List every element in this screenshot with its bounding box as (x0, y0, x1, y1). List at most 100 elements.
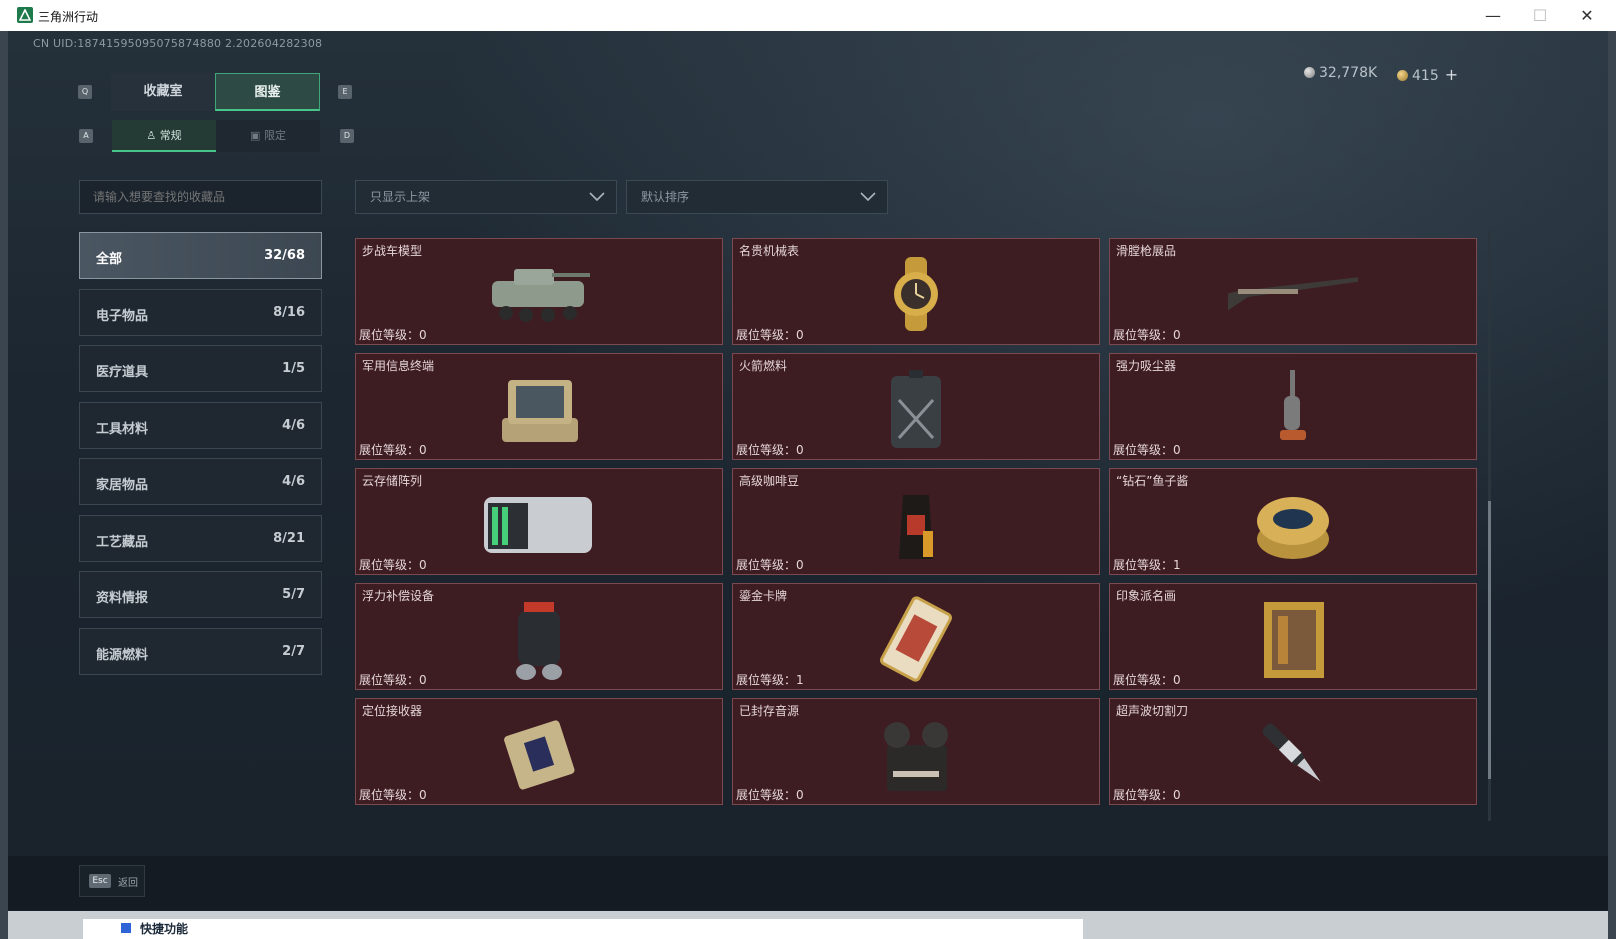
gold-coin-icon (1397, 70, 1408, 81)
esc-key-hint: Esc (89, 874, 111, 888)
booth-level-label: 展位等级： (1113, 328, 1174, 342)
watch-icon (851, 251, 981, 337)
collection-item-card[interactable]: 鎏金卡牌 展位等级：1 (732, 583, 1100, 690)
search-input[interactable] (79, 180, 322, 214)
category-count: 4/6 (282, 474, 305, 489)
figure-icon: ♙ (146, 129, 157, 142)
booth-level: 展位等级：0 (1113, 326, 1181, 343)
category-count: 1/5 (282, 361, 305, 376)
silver-currency: 32,778K (1304, 65, 1377, 81)
shelf-filter-dropdown[interactable]: 只显示上架 (355, 180, 617, 214)
key-hint-q: Q (78, 85, 92, 99)
receiver-icon (474, 711, 604, 797)
item-name: 强力吸尘器 (1116, 359, 1177, 373)
item-name: 滑膛枪展品 (1116, 244, 1177, 258)
booth-level-label: 展位等级： (736, 788, 797, 802)
category-item[interactable]: 工具材料 4/6 (79, 401, 322, 449)
collection-item-card[interactable]: 超声波切割刀 展位等级：0 (1109, 698, 1477, 805)
musket-icon (1198, 251, 1378, 337)
chevron-down-icon (860, 192, 876, 202)
category-count: 32/68 (264, 248, 305, 263)
collection-item-card[interactable]: 云存储阵列展位等级：0 (355, 468, 723, 575)
add-currency-button[interactable]: + (1445, 65, 1458, 84)
item-name: “钻石”鱼子酱 (1116, 474, 1189, 488)
collection-item-card[interactable]: “钻石”鱼子酱 展位等级：1 (1109, 468, 1477, 575)
silver-coin-icon (1304, 67, 1315, 78)
collection-item-card[interactable]: 已封存音源展位等级：0 (732, 698, 1100, 805)
gold-currency[interactable]: 415 + (1397, 65, 1458, 84)
booth-level: 展位等级：0 (359, 671, 427, 688)
collection-item-card[interactable]: 步战车模型 展位等级：0 (355, 238, 723, 345)
maximize-button[interactable]: ☐ (1517, 4, 1563, 28)
booth-level-value: 0 (419, 558, 427, 572)
item-name: 云存储阵列 (362, 474, 423, 488)
booth-level-label: 展位等级： (359, 673, 420, 687)
tab-collection-room[interactable]: 收藏室 (111, 73, 215, 111)
user-uid: CN UID:18741595095075874880 2.2026042823… (33, 37, 323, 50)
close-button[interactable]: ✕ (1564, 4, 1610, 28)
collection-item-card[interactable]: 名贵机械表展位等级：0 (732, 238, 1100, 345)
category-item[interactable]: 资料情报 5/7 (79, 571, 322, 618)
terminal-icon (474, 366, 604, 452)
item-name: 火箭燃料 (739, 359, 788, 373)
category-item[interactable]: 能源燃料 2/7 (79, 627, 322, 675)
booth-level-label: 展位等级： (359, 558, 420, 572)
item-name: 军用信息终端 (362, 359, 435, 373)
booth-level-label: 展位等级： (359, 788, 420, 802)
booth-level-value: 0 (419, 328, 427, 342)
category-item[interactable]: 家居物品 4/6 (79, 458, 322, 505)
booth-level-label: 展位等级： (1113, 788, 1174, 802)
item-name: 定位接收器 (362, 704, 423, 718)
minimize-button[interactable]: — (1470, 4, 1516, 28)
booth-level-label: 展位等级： (736, 558, 797, 572)
grid-scroll-thumb[interactable] (1488, 501, 1491, 779)
caviar-tin-icon (1228, 481, 1358, 567)
item-name: 超声波切割刀 (1116, 704, 1189, 718)
collection-item-card[interactable]: 滑膛枪展品展位等级：0 (1109, 238, 1477, 345)
booth-level-label: 展位等级： (1113, 558, 1174, 572)
bcd-icon (474, 596, 604, 682)
booth-level: 展位等级：0 (1113, 441, 1181, 458)
booth-level-label: 展位等级： (359, 443, 420, 457)
collection-item-card[interactable]: 军用信息终端 展位等级：0 (355, 353, 723, 460)
subtab-regular-label: 常规 (159, 129, 182, 142)
category-item[interactable]: 电子物品 8/16 (79, 288, 322, 336)
subtab-regular[interactable]: ♙ 常规 (112, 120, 216, 152)
category-item[interactable]: 医疗道具 1/5 (79, 345, 322, 392)
collection-item-card[interactable]: 高级咖啡豆 展位等级：0 (732, 468, 1100, 575)
booth-level-value: 1 (1173, 558, 1181, 572)
booth-level: 展位等级：0 (359, 326, 427, 343)
tab-catalog[interactable]: 图鉴 (215, 73, 320, 111)
collection-item-card[interactable]: 浮力补偿设备 展位等级：0 (355, 583, 723, 690)
grid-icon (121, 923, 131, 933)
booth-level-label: 展位等级： (1113, 443, 1174, 457)
booth-level-value: 0 (419, 673, 427, 687)
booth-level-value: 0 (419, 788, 427, 802)
category-name: 工具材料 (96, 421, 149, 437)
category-item[interactable]: 全部 32/68 (79, 232, 322, 279)
booth-level: 展位等级：0 (736, 326, 804, 343)
collection-item-card[interactable]: 火箭燃料 展位等级：0 (732, 353, 1100, 460)
sort-dropdown[interactable]: 默认排序 (626, 180, 888, 214)
category-name: 全部 (96, 252, 123, 267)
collection-item-card[interactable]: 强力吸尘器展位等级：0 (1109, 353, 1477, 460)
collection-item-card[interactable]: 定位接收器展位等级：0 (355, 698, 723, 805)
back-label: 返回 (118, 878, 138, 889)
category-name: 资料情报 (96, 591, 149, 606)
booth-level-label: 展位等级： (1113, 673, 1174, 687)
vacuum-icon (1228, 366, 1358, 452)
window-titlebar: 三角洲行动 — ☐ ✕ (0, 0, 1616, 31)
item-name: 名贵机械表 (739, 244, 800, 258)
booth-level: 展位等级：0 (359, 441, 427, 458)
booth-level: 展位等级：0 (1113, 786, 1181, 803)
booth-level-value: 0 (1173, 788, 1181, 802)
storage-array-icon (474, 481, 604, 567)
subtab-limited-label: 限定 (263, 129, 286, 142)
subtab-limited[interactable]: ▣ 限定 (216, 120, 320, 152)
collection-item-card[interactable]: 印象派名画 展位等级：0 (1109, 583, 1477, 690)
back-button[interactable]: Esc 返回 (79, 865, 145, 897)
item-name: 已封存音源 (739, 704, 800, 718)
booth-level: 展位等级：0 (736, 786, 804, 803)
category-item[interactable]: 工艺藏品 8/21 (79, 514, 322, 562)
booth-level-value: 1 (796, 673, 804, 687)
